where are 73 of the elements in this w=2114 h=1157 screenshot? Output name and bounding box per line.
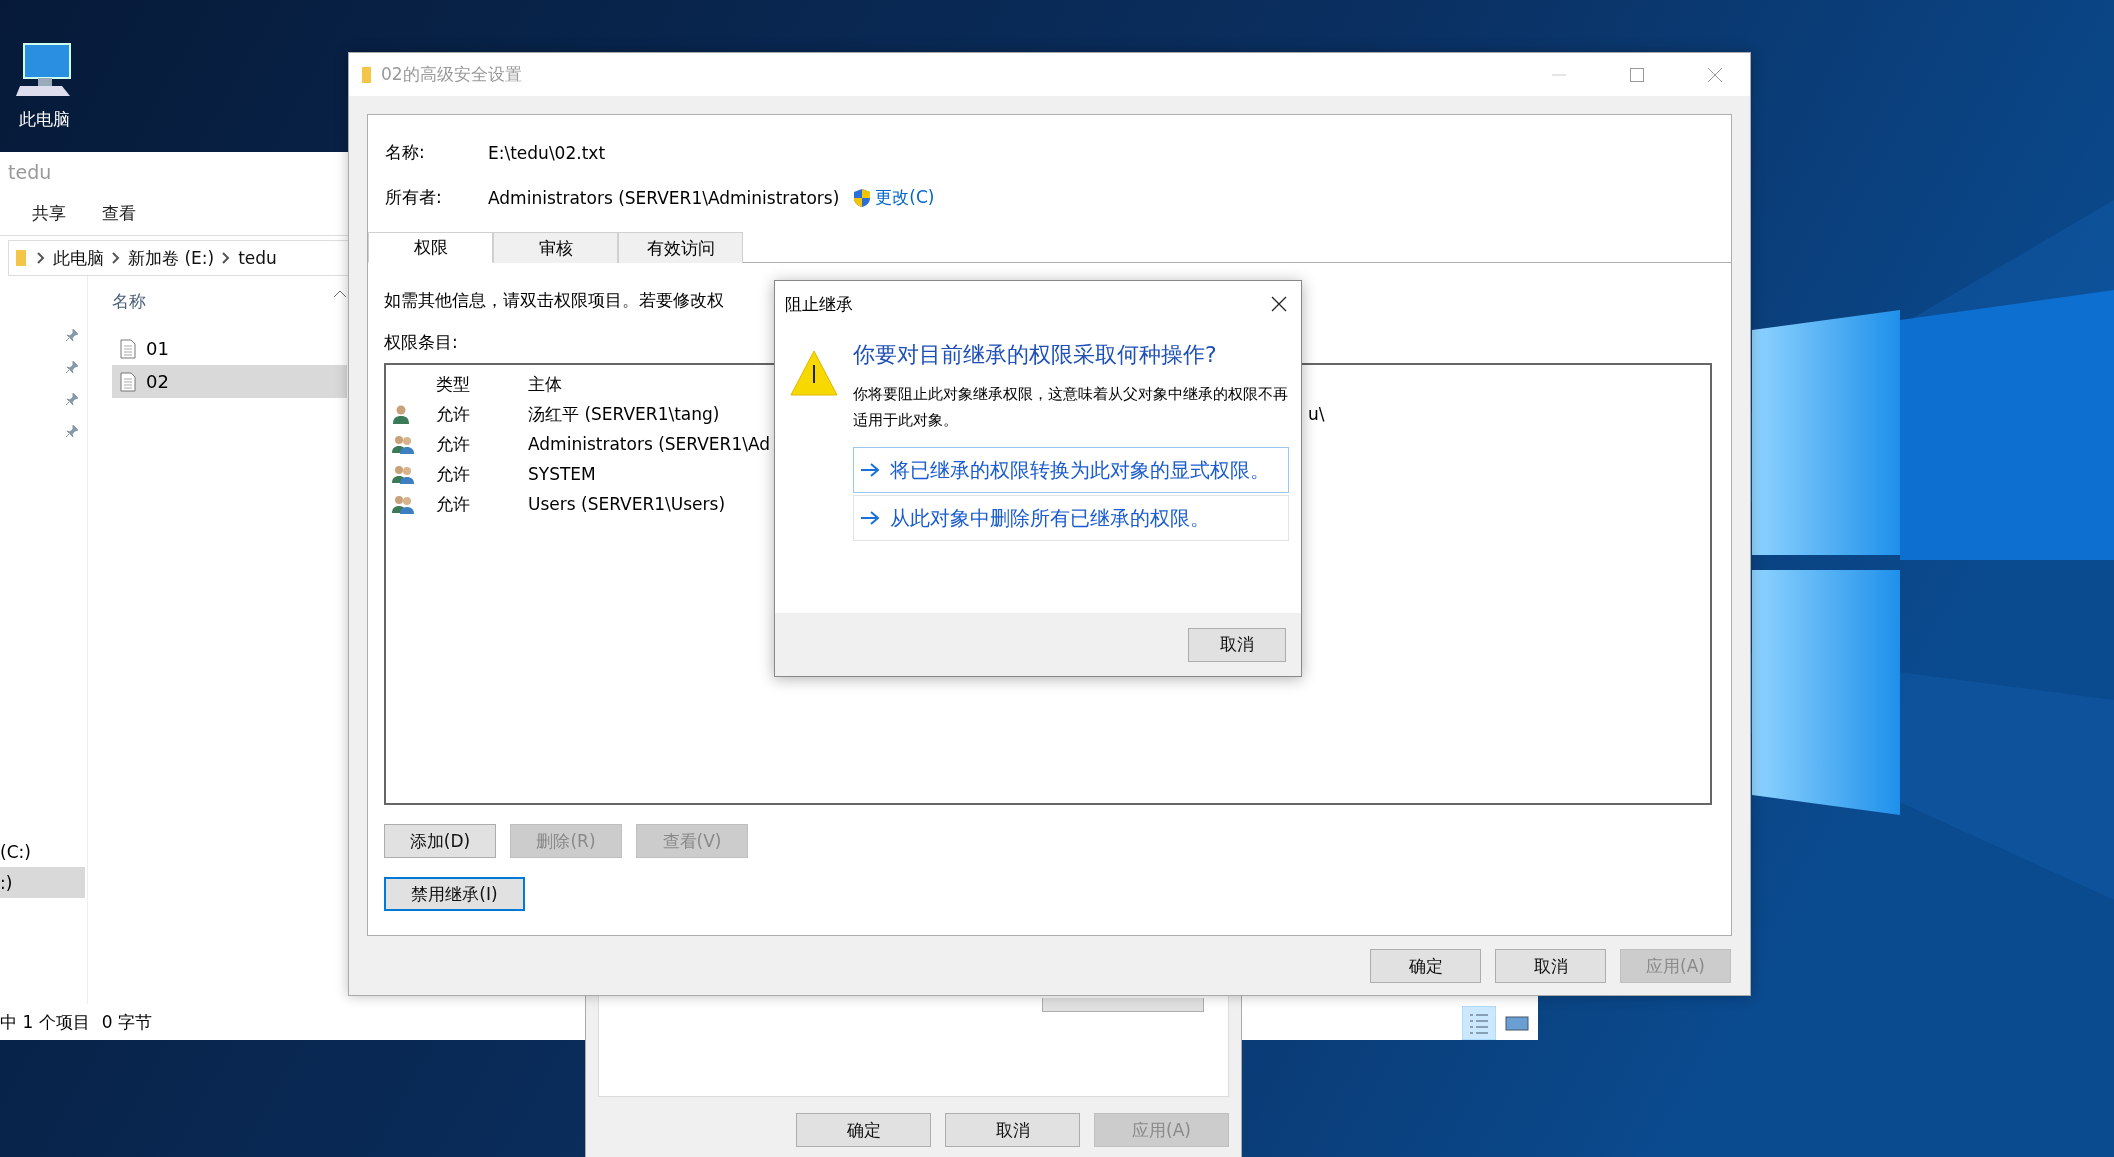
window-title: tedu (8, 161, 52, 183)
ribbon-tab[interactable]: 共享 (32, 202, 66, 225)
nav-item[interactable]: (C:) (0, 836, 85, 867)
column-header[interactable]: 主体 (528, 372, 562, 396)
dialog-button[interactable]: 确定 (796, 1113, 931, 1147)
tab[interactable]: 审核 (493, 232, 618, 263)
chevron-icon (112, 252, 120, 264)
warning-icon (789, 349, 839, 397)
document-icon (120, 371, 136, 392)
field-label: 名称: (385, 141, 426, 164)
nav-item[interactable]: :) (0, 867, 85, 898)
status-text: 0 字节 (101, 1010, 152, 1034)
field-label: 所有者: (385, 186, 443, 209)
ribbon-tab[interactable]: 查看 (102, 202, 136, 225)
arrow-icon (860, 510, 880, 526)
command-link[interactable]: 从此对象中删除所有已继承的权限。 (853, 495, 1289, 541)
cancel-button[interactable]: 取消 (1188, 627, 1286, 662)
pin-icon[interactable] (65, 360, 79, 374)
users-icon (392, 434, 414, 454)
folder-icon (15, 249, 29, 267)
file-row[interactable]: 02 (112, 365, 347, 398)
table-cell: 允许 (436, 432, 470, 456)
document-icon (120, 338, 136, 359)
users-icon (392, 494, 414, 514)
details-view-icon[interactable] (1462, 1006, 1496, 1040)
table-cell: 允许 (436, 462, 470, 486)
info-text: 如需其他信息，请双击权限项目。若要修改权 (384, 289, 724, 312)
dialog-button[interactable]: 确定 (1370, 949, 1481, 983)
chevron-icon (222, 252, 231, 264)
table-cell: 允许 (436, 402, 470, 426)
desktop-icon-label[interactable]: 此电脑 (18, 108, 70, 131)
action-button[interactable]: 添加(D) (384, 824, 496, 858)
table-cell: SYSTEM (528, 464, 596, 484)
pin-icon[interactable] (65, 424, 79, 438)
column-header[interactable]: 类型 (436, 372, 470, 396)
tab[interactable]: 权限 (368, 232, 493, 263)
dialog-title: 阻止继承 (785, 292, 853, 316)
arrow-icon (860, 462, 880, 478)
dialog-message: 你将要阻止此对象继承权限，这意味着从父对象中继承的权限不再适用于此对象。 (853, 384, 1289, 431)
change-link[interactable]: 更改(C) (875, 186, 935, 209)
shield-icon (853, 187, 872, 208)
breadcrumb-item[interactable]: 新加卷 (E:) (128, 246, 215, 270)
folder-icon (361, 65, 373, 84)
pin-icon[interactable] (65, 392, 79, 406)
dialog-heading: 你要对目前继承的权限采取何种操作? (853, 341, 1218, 369)
file-row[interactable]: 01 (112, 332, 347, 365)
field-value: Administrators (SERVER1\Administrators) (488, 187, 840, 208)
table-cell: 汤红平 (SERVER1\tang) (528, 402, 720, 426)
pin-icon[interactable] (65, 328, 79, 342)
window-title: 02的高级安全设置 (381, 63, 522, 86)
address-bar[interactable]: 此电脑 新加卷 (E:) tedu (8, 240, 348, 276)
table-cell: Administrators (SERVER1\Ad (528, 434, 771, 454)
table-cell: Users (SERVER1\Users) (528, 494, 726, 514)
status-text: 中 1 个项目 (0, 1010, 90, 1034)
user-icon (392, 404, 410, 424)
breadcrumb-item[interactable]: tedu (238, 248, 277, 268)
command-link[interactable]: 将已继承的权限转换为此对象的显式权限。 (853, 447, 1289, 493)
breadcrumb-item[interactable]: 此电脑 (53, 246, 104, 270)
tab[interactable]: 有效访问 (618, 232, 743, 263)
users-icon (392, 464, 414, 484)
disable-inheritance-button[interactable]: 禁用继承(I) (384, 877, 525, 911)
chevron-icon (37, 252, 45, 264)
entries-label: 权限条目: (384, 331, 458, 354)
field-value: E:\tedu\02.txt (488, 142, 606, 163)
sort-caret-icon[interactable] (333, 290, 347, 298)
maximize-icon[interactable] (1630, 67, 1644, 82)
dialog-button[interactable]: 取消 (945, 1113, 1080, 1147)
table-cell: 允许 (436, 492, 470, 516)
close-icon[interactable] (1271, 296, 1287, 312)
advanced-button[interactable] (1042, 998, 1204, 1012)
column-header[interactable]: 名称 (112, 290, 146, 332)
table-cell: u\ (1308, 404, 1325, 424)
dialog-button[interactable]: 取消 (1495, 949, 1606, 983)
